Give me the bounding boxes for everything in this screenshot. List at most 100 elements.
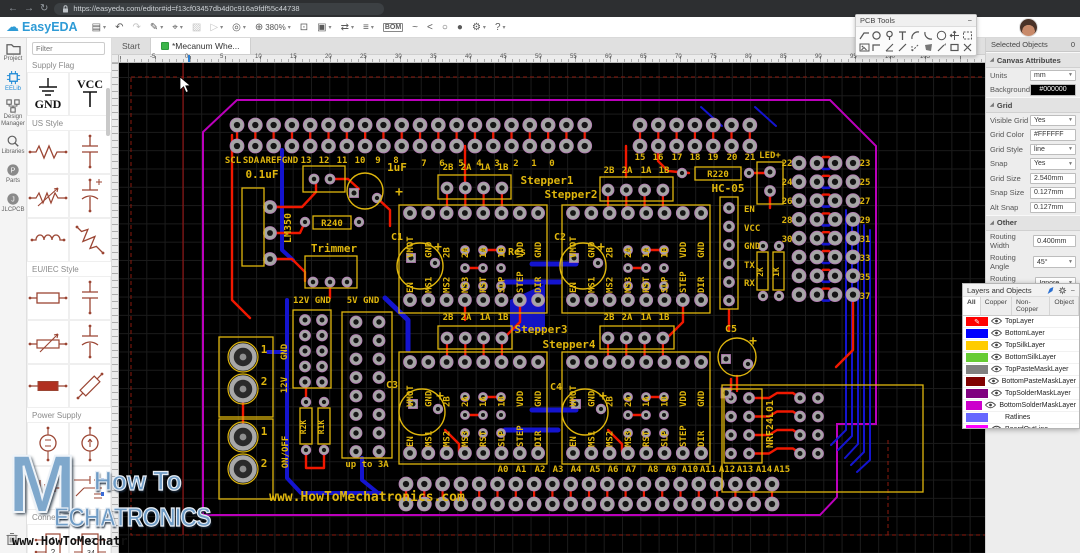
layers-tab-object[interactable]: Object bbox=[1050, 297, 1079, 315]
drag-tool-icon[interactable] bbox=[948, 29, 960, 41]
symbol-vcc[interactable]: VCC bbox=[69, 72, 111, 116]
address-bar[interactable]: https://easyeda.com/editor#id=f13cf03457… bbox=[54, 3, 384, 15]
layer-color-swatch[interactable] bbox=[966, 425, 988, 429]
rail-item-project[interactable]: Project bbox=[0, 42, 27, 63]
layer-color-swatch[interactable] bbox=[966, 377, 985, 386]
tab-start[interactable]: Start bbox=[112, 38, 150, 54]
layer-color-swatch[interactable] bbox=[966, 413, 988, 422]
minimize-icon[interactable]: − bbox=[968, 16, 972, 25]
grid-size-field[interactable]: 2.540mm bbox=[1030, 173, 1076, 185]
symbol-resistor-eu[interactable] bbox=[27, 276, 69, 320]
alt-snap-field[interactable]: 0.127mm bbox=[1030, 202, 1076, 214]
layers-minimize-icon[interactable]: − bbox=[1071, 286, 1075, 295]
layer-visibility-eye-icon[interactable] bbox=[988, 377, 999, 387]
symbol-header-1x2[interactable]: 12 bbox=[27, 524, 69, 553]
symbol-resistor-filled[interactable] bbox=[27, 364, 69, 408]
trash-icon[interactable] bbox=[6, 532, 18, 547]
units-select[interactable]: mm▼ bbox=[1030, 70, 1076, 82]
simulation-icon[interactable]: ~ bbox=[412, 22, 418, 33]
corner-tool-icon[interactable] bbox=[871, 41, 883, 53]
routing-width-field[interactable]: 0.400mm bbox=[1033, 235, 1076, 247]
symbol-capacitor-pol[interactable] bbox=[69, 130, 111, 174]
arc2-tool-icon[interactable] bbox=[922, 29, 934, 41]
grid-color-field[interactable]: #FFFFFF bbox=[1030, 129, 1076, 141]
layers-tab-non-copper[interactable]: Non-Copper bbox=[1012, 297, 1050, 315]
symbol-source-dc[interactable] bbox=[27, 422, 69, 466]
layer-visibility-eye-icon[interactable] bbox=[985, 401, 996, 411]
browser-back-icon[interactable]: ← bbox=[8, 4, 18, 14]
angle-tool-icon[interactable] bbox=[884, 41, 896, 53]
symbol-inductor[interactable] bbox=[27, 218, 69, 262]
symbol-resistor-variable[interactable] bbox=[27, 174, 69, 218]
circle-tool-icon[interactable] bbox=[871, 29, 883, 41]
layer-visibility-eye-icon[interactable] bbox=[991, 317, 1002, 327]
user-avatar[interactable] bbox=[1020, 19, 1037, 36]
layer-visibility-eye-icon[interactable] bbox=[991, 329, 1002, 339]
routing-angle-select[interactable]: 45°▼ bbox=[1033, 256, 1076, 268]
share-icon[interactable]: < bbox=[427, 22, 433, 33]
pencil-tool-icon[interactable]: ✎▾ bbox=[150, 22, 163, 33]
layer-row-TopSilkLayer[interactable]: TopSilkLayer bbox=[963, 340, 1079, 352]
symbol-header-2x2[interactable]: 1234 bbox=[69, 524, 111, 553]
dashed-line-tool-icon[interactable] bbox=[910, 41, 922, 53]
import-icon[interactable]: ⊡ bbox=[300, 22, 308, 33]
zoom-menu-icon[interactable]: ⊕380%▾ bbox=[255, 22, 291, 33]
symbol-gnd[interactable]: GND bbox=[27, 72, 69, 116]
file-menu-icon[interactable]: ▤▾ bbox=[92, 22, 106, 33]
rail-item-jlcpcb[interactable]: J JLCPCB bbox=[0, 192, 27, 214]
easyeda-logo[interactable]: ☁ EasyEDA bbox=[6, 19, 78, 35]
brush-tool-icon[interactable]: ▷▾ bbox=[210, 22, 223, 33]
rail-item-eelib[interactable]: EELib bbox=[0, 70, 27, 93]
layer-visibility-eye-icon[interactable] bbox=[991, 341, 1002, 351]
rail-item-design-manager[interactable]: Design Manager bbox=[0, 99, 27, 127]
pin-icon[interactable] bbox=[1046, 286, 1055, 295]
symbol-capacitor-eu[interactable] bbox=[69, 276, 111, 320]
symbol-battery[interactable] bbox=[27, 466, 69, 510]
symbol-resistor-us[interactable] bbox=[27, 130, 69, 174]
layers-tab-all[interactable]: All bbox=[963, 297, 981, 315]
pcb-canvas[interactable]: SCLSDAAREFGND131211109876543210151617181… bbox=[119, 63, 985, 553]
fill-tool-icon[interactable]: ▨ bbox=[192, 22, 201, 33]
layer-visibility-eye-icon[interactable] bbox=[991, 425, 1002, 430]
section-header[interactable]: ◢Canvas Attributes bbox=[986, 52, 1080, 68]
layer-row-BottomSilkLayer[interactable]: BottomSilkLayer bbox=[963, 352, 1079, 364]
layer-color-swatch[interactable] bbox=[966, 353, 988, 362]
tab-mecanum-wheel[interactable]: *Mecanum Whe... bbox=[150, 38, 251, 54]
layer-color-swatch[interactable] bbox=[966, 341, 988, 350]
visible-grid-select[interactable]: Yes▼ bbox=[1030, 115, 1076, 127]
layer-visibility-eye-icon[interactable] bbox=[991, 353, 1002, 363]
layer-color-swatch[interactable] bbox=[966, 389, 988, 398]
background-field[interactable]: #000000 bbox=[1030, 84, 1076, 96]
browser-forward-icon[interactable]: → bbox=[24, 4, 34, 14]
symbol-resistor-eu-variable[interactable] bbox=[27, 320, 69, 364]
layer-color-swatch[interactable] bbox=[966, 329, 988, 338]
symbol-capacitor-pol2[interactable] bbox=[69, 174, 111, 218]
bom-button-icon[interactable]: BOM bbox=[383, 23, 403, 32]
layer-row-TopPasteMaskLayer[interactable]: TopPasteMaskLayer bbox=[963, 364, 1079, 376]
symbol-resistor-diagonal[interactable] bbox=[69, 218, 111, 262]
history-icon[interactable]: ○ bbox=[442, 22, 448, 33]
origin-tool-icon[interactable]: ⌖▾ bbox=[172, 22, 183, 33]
layer-color-swatch[interactable] bbox=[966, 365, 988, 374]
view-menu-icon[interactable]: ◎▾ bbox=[232, 22, 246, 33]
rail-item-libraries[interactable]: Libraries bbox=[0, 134, 27, 156]
route-menu-icon[interactable]: ⇄▾ bbox=[341, 22, 354, 33]
symbol-capacitor-eu-pol[interactable] bbox=[69, 320, 111, 364]
layer-row-BottomSolderMaskLayer[interactable]: BottomSolderMaskLayer bbox=[963, 400, 1079, 412]
align-menu-icon[interactable]: ≡▾ bbox=[363, 22, 374, 33]
pen-tool-icon[interactable] bbox=[935, 41, 947, 53]
track-tool-icon[interactable] bbox=[858, 29, 870, 41]
circle2-tool-icon[interactable] bbox=[935, 29, 947, 41]
layer-row-TopSolderMaskLayer[interactable]: TopSolderMaskLayer bbox=[963, 388, 1079, 400]
help-icon[interactable]: ?▾ bbox=[495, 22, 506, 33]
snapshot-icon[interactable]: ▣▾ bbox=[317, 22, 331, 33]
layer-color-swatch[interactable]: ✎ bbox=[966, 317, 988, 326]
layer-color-swatch[interactable] bbox=[966, 401, 982, 410]
solid-region-tool-icon[interactable] bbox=[922, 41, 934, 53]
canvas-origin-tool-icon[interactable] bbox=[961, 29, 973, 41]
scale-tool-icon[interactable] bbox=[961, 41, 973, 53]
layer-visibility-eye-icon[interactable] bbox=[991, 365, 1002, 375]
library-scrollbar[interactable] bbox=[106, 88, 110, 136]
layer-row-Ratlines[interactable]: Ratlines bbox=[963, 412, 1079, 424]
section-header[interactable]: ◢Other bbox=[986, 215, 1080, 231]
